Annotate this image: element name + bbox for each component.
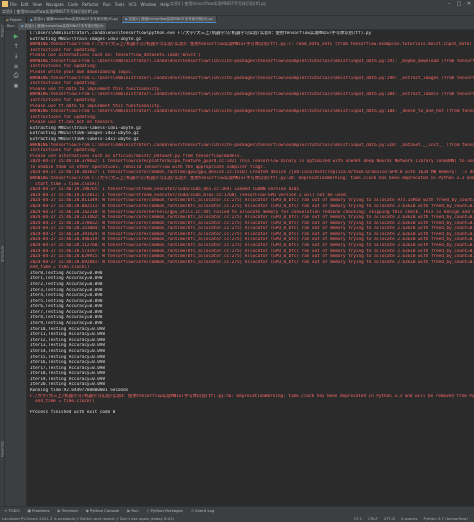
python-interpreter[interactable]: Python 3.7 (tensorflow) (424, 516, 469, 521)
pycharm-logo-icon[interactable] (2, 1, 8, 7)
menu-view[interactable]: View (32, 2, 42, 7)
breadcrumb-file[interactable]: 实验4 | 使用tensorflow实现MNIST手写体识别(tf).py (2, 9, 98, 15)
event-log-icon: ⚠ (190, 508, 195, 513)
menu-help[interactable]: Help (160, 2, 169, 7)
python-run-icon: ◆ (20, 24, 24, 28)
console-line: 2024-04-27 15:46:20.692841: W tensorflow… (30, 259, 474, 265)
run-icon: ▶ (127, 508, 131, 513)
console-output[interactable]: C:\Users\Administrator\.conda\envs\tenso… (28, 30, 474, 506)
run-tab[interactable]: ▶ Run (127, 508, 138, 513)
status-bar: Localized PyCharm 2021.3 is available //… (0, 514, 474, 522)
menu-window[interactable]: Window (141, 2, 157, 7)
python-file-icon: ◆ (124, 17, 128, 21)
menu-run[interactable]: Run (103, 2, 111, 7)
menu-code[interactable]: Code (68, 2, 78, 7)
cursor-position[interactable]: 37:1 (354, 516, 363, 521)
run-tab-label: Run (131, 508, 139, 513)
python-console-tab-label: Python Console (89, 508, 120, 513)
run-toolbar: ▶ ↑ ↓ ≡ ⎙ ✖ (5, 30, 27, 506)
rerun-icon[interactable]: ▶ (12, 32, 20, 40)
editor-tab-label: 实验4 | 使用tensorflow实现MNIST手写体识别(tf).py (128, 16, 213, 21)
python-console-icon: ◆ (85, 508, 89, 513)
indent-setting[interactable]: 4 spaces (401, 516, 418, 521)
todo-tab-label: TODO (8, 508, 20, 513)
console-line: 2024-04-27 15:46:20.512760: W tensorflow… (30, 242, 474, 248)
event-log-tab[interactable]: ⚠ Event Log (191, 508, 214, 513)
folder-icon: ▰ (6, 17, 9, 22)
python-file-icon: ◆ (30, 17, 33, 22)
problems-tab-label: Problems (32, 508, 50, 513)
console-line: 2024-04-27 15:46:20.629915: W tensorflow… (30, 254, 474, 260)
problems-icon: ● (27, 508, 32, 513)
run-config-label: 实验4 | 使用tensorflow实现MNIST手写体识别(tf) (24, 23, 104, 28)
soft-wrap-icon[interactable]: ≡ (12, 62, 20, 70)
editor-tab-label: 实验4 | 使用tensorflow实现MNIST手写体识别(tf).py (33, 17, 118, 21)
menu-vcs[interactable]: VCS (128, 2, 136, 7)
python-console-tab[interactable]: ◆ Python Console (86, 508, 120, 513)
scroll-up-icon[interactable]: ↑ (12, 42, 20, 50)
menu-bar: File Edit View Navigate Code Refactor Ru… (0, 0, 474, 8)
maximize-icon[interactable]: □ (454, 0, 464, 8)
minimize-icon[interactable]: – (444, 0, 454, 8)
run-label: Run: (7, 24, 15, 28)
scroll-down-icon[interactable]: ↓ (12, 52, 20, 60)
event-log-tab-label: Event Log (195, 508, 215, 513)
close-icon[interactable]: ✕ (464, 0, 474, 8)
terminal-tab-label: Terminal (61, 508, 78, 513)
console-line: WARNING:tensorflow:From C:\Users\Adminis… (30, 109, 474, 115)
run-config-tab[interactable]: ◆ 实验4 | 使用tensorflow实现MNIST手写体识别(tf) (17, 22, 107, 30)
console-line: 2024-04-27 15:46:20.082511: W tensorflow… (30, 203, 474, 209)
terminal-tab[interactable]: ▶ Terminal (58, 508, 78, 513)
editor-tab-active[interactable]: ◆ 实验4 | 使用tensorflow实现MNIST手写体识别(tf).py (121, 16, 217, 23)
python-packages-tab-label: Python Packages (150, 508, 183, 513)
console-line: F:/大学/大三上/机器学习/机器学习实验/实验4：使用tensorflow实现… (30, 393, 474, 399)
console-line: Process finished with exit code 0 (30, 410, 116, 416)
python-packages-tab[interactable]: ◇ Python Packages (147, 508, 183, 513)
menu-tools[interactable]: Tools (115, 2, 125, 7)
console-line: WARNING:tensorflow:From F:/大学/大三上/机器学习/机… (30, 42, 474, 48)
console-line: 2024-04-27 15:46:20.211482: W tensorflow… (30, 215, 474, 221)
menu-refactor[interactable]: Refactor (82, 2, 99, 7)
window-title: 实验4 | 使用tensorflow实现MNIST手写体识别(tf).py (170, 1, 267, 6)
structure-tool-tab-label: Structure (0, 245, 5, 263)
menu-edit[interactable]: Edit (21, 2, 29, 7)
file-encoding[interactable]: UTF-8 (384, 516, 395, 521)
todo-tab[interactable]: ≡ TODO (4, 508, 20, 513)
console-line: 2024-04-27 15:46:20.331084: W tensorflow… (30, 226, 474, 232)
menu-navigate[interactable]: Navigate (46, 2, 64, 7)
terminal-icon: ▶ (57, 508, 61, 513)
print-icon[interactable]: ⎙ (12, 72, 20, 80)
navigation-bar: 实验4 | 使用tensorflow实现MNIST手写体识别(tf).py (0, 8, 474, 16)
bottom-tool-tabs: ≡ TODO ● Problems ▶ Terminal ◆ Python Co… (0, 506, 474, 514)
menu-file[interactable]: File (10, 2, 17, 7)
project-panel-title: Project (9, 17, 22, 22)
todo-icon: ≡ (4, 508, 8, 513)
window-controls: – □ ✕ (444, 0, 474, 8)
delete-icon[interactable]: ✖ (12, 82, 20, 90)
python-packages-icon: ◇ (146, 508, 150, 513)
favorites-tool-tab-label: Favorites (0, 441, 5, 457)
console-line: WARNING:tensorflow:From F:/大学/大三上/机器学习/机… (30, 176, 474, 182)
problems-tab[interactable]: ● Problems (28, 508, 50, 513)
status-message[interactable]: Localized PyCharm 2021.3 is available //… (0, 516, 354, 521)
line-separator[interactable]: CRLF (368, 516, 378, 521)
run-tool-header: Run: ◆ 实验4 | 使用tensorflow实现MNIST手写体识别(tf… (5, 22, 474, 30)
project-tool-tab-label: Project (0, 25, 5, 37)
